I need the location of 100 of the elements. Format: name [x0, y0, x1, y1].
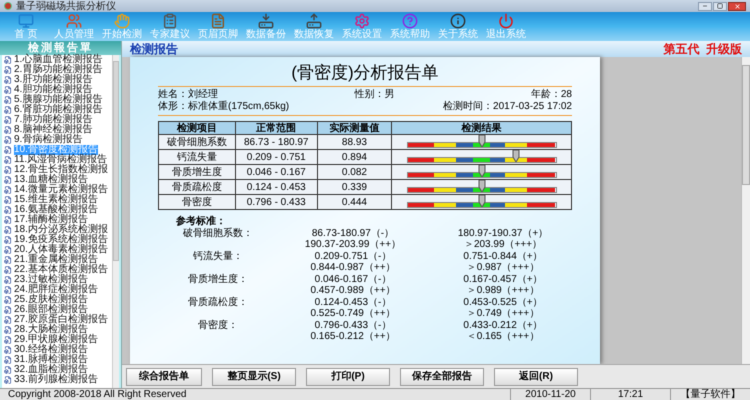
report-list-item[interactable]: 4.胆功能检测报告: [2, 85, 112, 95]
reference-range: ＞0.749（+++）: [466, 308, 540, 319]
report-title: (骨密度)分析报告单: [290, 63, 440, 83]
document-icon: [4, 266, 12, 274]
help-icon: [402, 13, 418, 29]
document-icon: [4, 366, 12, 374]
report-list-item[interactable]: 18.内分泌系统检测报: [2, 225, 112, 235]
status-text: 17:21: [590, 389, 670, 400]
report-list-item[interactable]: 32.血脂检测报告: [2, 365, 112, 375]
report-list-item[interactable]: 17.辅酶检测报告: [2, 215, 112, 225]
report-list-item[interactable]: 19.免疫系统检测报告: [2, 235, 112, 245]
maximize-button[interactable]: [713, 2, 727, 10]
report-list-item[interactable]: 20.人体毒素检测报告: [2, 245, 112, 255]
document-icon: [4, 196, 12, 204]
report-list-item[interactable]: 8.脑神经检测报告: [2, 125, 112, 135]
summary-report-button[interactable]: 综合报告单: [126, 368, 202, 386]
reference-range: 0.433-0.212（+）: [462, 320, 544, 331]
action-button[interactable]: 打印(P): [306, 368, 390, 386]
report-list-item[interactable]: 31.脉搏检测报告: [2, 355, 112, 365]
report-list-item[interactable]: 15.维生素检测报告: [2, 195, 112, 205]
drive-icon: [258, 13, 274, 29]
reference-label: 骨质疏松度：: [187, 297, 249, 308]
report-list-item[interactable]: 7.肺功能检测报告: [2, 115, 112, 125]
info-text: 姓名：刘经理: [158, 89, 218, 100]
document-icon: [4, 176, 12, 184]
report-list-item[interactable]: 24.肥胖症检测报告: [2, 285, 112, 295]
table-cell: 0.444: [317, 194, 392, 210]
report-list-item[interactable]: 13.血糖检测报告: [2, 175, 112, 185]
report-list-item[interactable]: 12.骨生长指数检测报: [2, 165, 112, 175]
document-icon: [4, 306, 12, 314]
reference-range: 190.37-203.99（++）: [304, 239, 402, 250]
reference-range: 0.165-0.212（++）: [309, 331, 397, 342]
report-list-item[interactable]: 16.氨基酸检测报告: [2, 205, 112, 215]
info-text: 年龄：28: [530, 89, 572, 101]
report-list-item[interactable]: 27.胶原蛋白检测报告: [2, 315, 112, 325]
column-header: 实际测量值: [317, 122, 392, 134]
column-header: 检测项目: [158, 122, 236, 134]
document-icon: [4, 146, 12, 154]
column-header: 正常范围: [235, 122, 318, 134]
reference-range: 0.844-0.987（++）: [309, 262, 397, 273]
close-button[interactable]: [728, 2, 746, 10]
reference-range: ＞0.987（+++）: [466, 262, 540, 273]
settings-icon: [354, 13, 370, 29]
document-icon: [4, 186, 12, 194]
reference-range: 86.73-180.97（-）: [310, 228, 396, 239]
hand-icon: [114, 13, 130, 29]
action-button[interactable]: 整页显示(S): [212, 368, 296, 386]
table-cell: 0.124 - 0.453: [235, 180, 318, 194]
reference-range: 0.453-0.525（+）: [462, 297, 544, 308]
info-text: 性别：男: [354, 89, 394, 101]
edition-label: 第五代 升级版: [663, 42, 742, 56]
table-cell: 0.894: [317, 150, 392, 164]
clipboard-icon: [162, 13, 178, 29]
scrollbar[interactable]: [741, 57, 750, 364]
action-button[interactable]: 保存全部报告: [400, 368, 484, 386]
document-icon: [4, 326, 12, 334]
report-list-item[interactable]: 2.胃肠功能检测报告: [2, 65, 112, 75]
document-icon: [4, 256, 12, 264]
report-list-item[interactable]: 11.风湿骨病检测报告: [2, 155, 112, 165]
document-icon: [4, 156, 12, 164]
report-list-item[interactable]: 22.基本体质检测报告: [2, 265, 112, 275]
info-text: 体形：标准体重(175cm,65kg): [158, 101, 290, 113]
report-list-item[interactable]: 25.皮肤检测报告: [2, 295, 112, 305]
reference-range: 0.209-0.751（-）: [314, 251, 392, 262]
report-list-item[interactable]: 21.重金属检测报告: [2, 255, 112, 265]
report-list-item[interactable]: 1.心脑血管检测报告: [2, 55, 112, 65]
report-list-item[interactable]: 28.大肠检测报告: [2, 325, 112, 335]
report-list-item[interactable]: 6.肾脏功能检测报告: [2, 105, 112, 115]
report-list-item[interactable]: 26.眼部检测报告: [2, 305, 112, 315]
reference-label: 破骨细胞系数：: [182, 228, 254, 239]
document-icon: [4, 206, 12, 214]
report-list-item[interactable]: 3.肝功能检测报告: [2, 75, 112, 85]
action-button[interactable]: 返回(R): [494, 368, 578, 386]
table-cell: 86.73 - 180.97: [235, 134, 318, 150]
reference-range: 0.796-0.433（-）: [314, 320, 392, 331]
report-list-item[interactable]: 30.经络检测报告: [2, 345, 112, 355]
page-title: 检测报告: [130, 42, 178, 56]
report-list-item[interactable]: 9.骨病检测报告: [2, 135, 112, 145]
document-icon: [4, 96, 12, 104]
drive-icon: [306, 13, 322, 29]
report-list-item[interactable]: 5.胰腺功能检测报告: [2, 95, 112, 105]
reference-range: 0.457-0.989（++）: [309, 285, 397, 296]
reference-range: ＞0.989（+++）: [466, 285, 540, 296]
report-list-item[interactable]: 33.前列腺检测报告: [2, 375, 112, 385]
status-text: 2010-11-20: [510, 389, 590, 400]
reference-range: 180.97-190.37（+）: [456, 228, 550, 239]
document-icon: [4, 106, 12, 114]
scrollbar[interactable]: [112, 55, 119, 388]
table-cell: 骨质疏松度: [158, 180, 236, 194]
report-list-item[interactable]: 23.过敏检测报告: [2, 275, 112, 285]
window-title: 量子弱磁场共振分析仪: [16, 0, 116, 12]
reference-range: 0.124-0.453（-）: [314, 297, 392, 308]
document-icon: [4, 346, 12, 354]
report-list-item[interactable]: 14.微量元素检测报告: [2, 185, 112, 195]
power-icon: [498, 13, 514, 29]
minimize-button[interactable]: [698, 2, 712, 10]
table-cell: 骨密度: [158, 194, 236, 210]
status-text: 【量子软件】: [670, 389, 750, 400]
report-list-item[interactable]: 29.甲状腺检测报告: [2, 335, 112, 345]
document-icon: [4, 66, 12, 74]
